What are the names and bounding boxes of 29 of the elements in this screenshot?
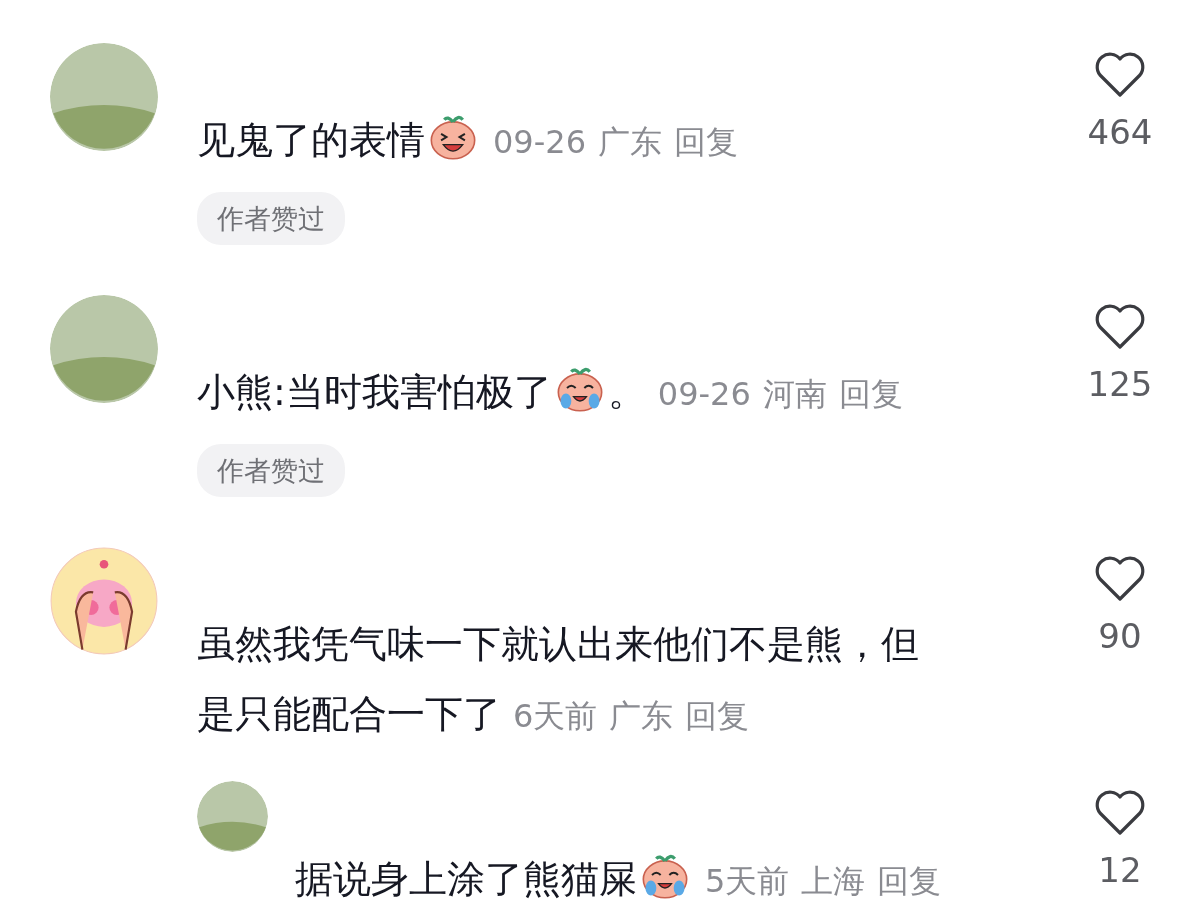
comment-date: 09-26: [493, 123, 586, 161]
comment-text: 虽然我凭气味一下就认出来他们不是熊，但: [197, 622, 919, 666]
like-count: 12: [1098, 850, 1142, 890]
comment-date: 6天前: [513, 697, 598, 735]
comment-text: 是只能配合一下了: [197, 692, 501, 736]
like-heart-icon[interactable]: [1094, 788, 1146, 836]
reply-link[interactable]: 回复: [877, 862, 942, 900]
author-liked-badge: 作者赞过: [197, 444, 345, 497]
comment-text: 小熊:当时我害怕极了: [197, 370, 552, 414]
comment-region: 河南: [762, 375, 827, 413]
like-count: 464: [1087, 112, 1153, 152]
like-heart-icon[interactable]: [1094, 554, 1146, 602]
avatar-photo-placeholder: [197, 781, 268, 852]
reply-link[interactable]: 回复: [674, 123, 738, 161]
comment-text: 据说身上涂了熊猫屎: [295, 857, 637, 901]
like-count: 90: [1098, 616, 1142, 656]
like-heart-icon[interactable]: [1094, 302, 1146, 350]
reply-link[interactable]: 回复: [685, 697, 750, 735]
like-heart-icon[interactable]: [1094, 50, 1146, 98]
comment-text: 。: [607, 370, 646, 414]
comment-region: 广东: [598, 123, 662, 161]
comment-region: 上海: [801, 862, 866, 900]
comment-date: 5天前: [705, 862, 790, 900]
comment-date: 09-26: [657, 375, 751, 413]
reply-link[interactable]: 回复: [838, 375, 903, 413]
comment-text: 见鬼了的表情: [197, 118, 425, 162]
like-count: 125: [1087, 364, 1153, 404]
comment-region: 广东: [609, 697, 674, 735]
author-liked-badge: 作者赞过: [197, 192, 345, 245]
